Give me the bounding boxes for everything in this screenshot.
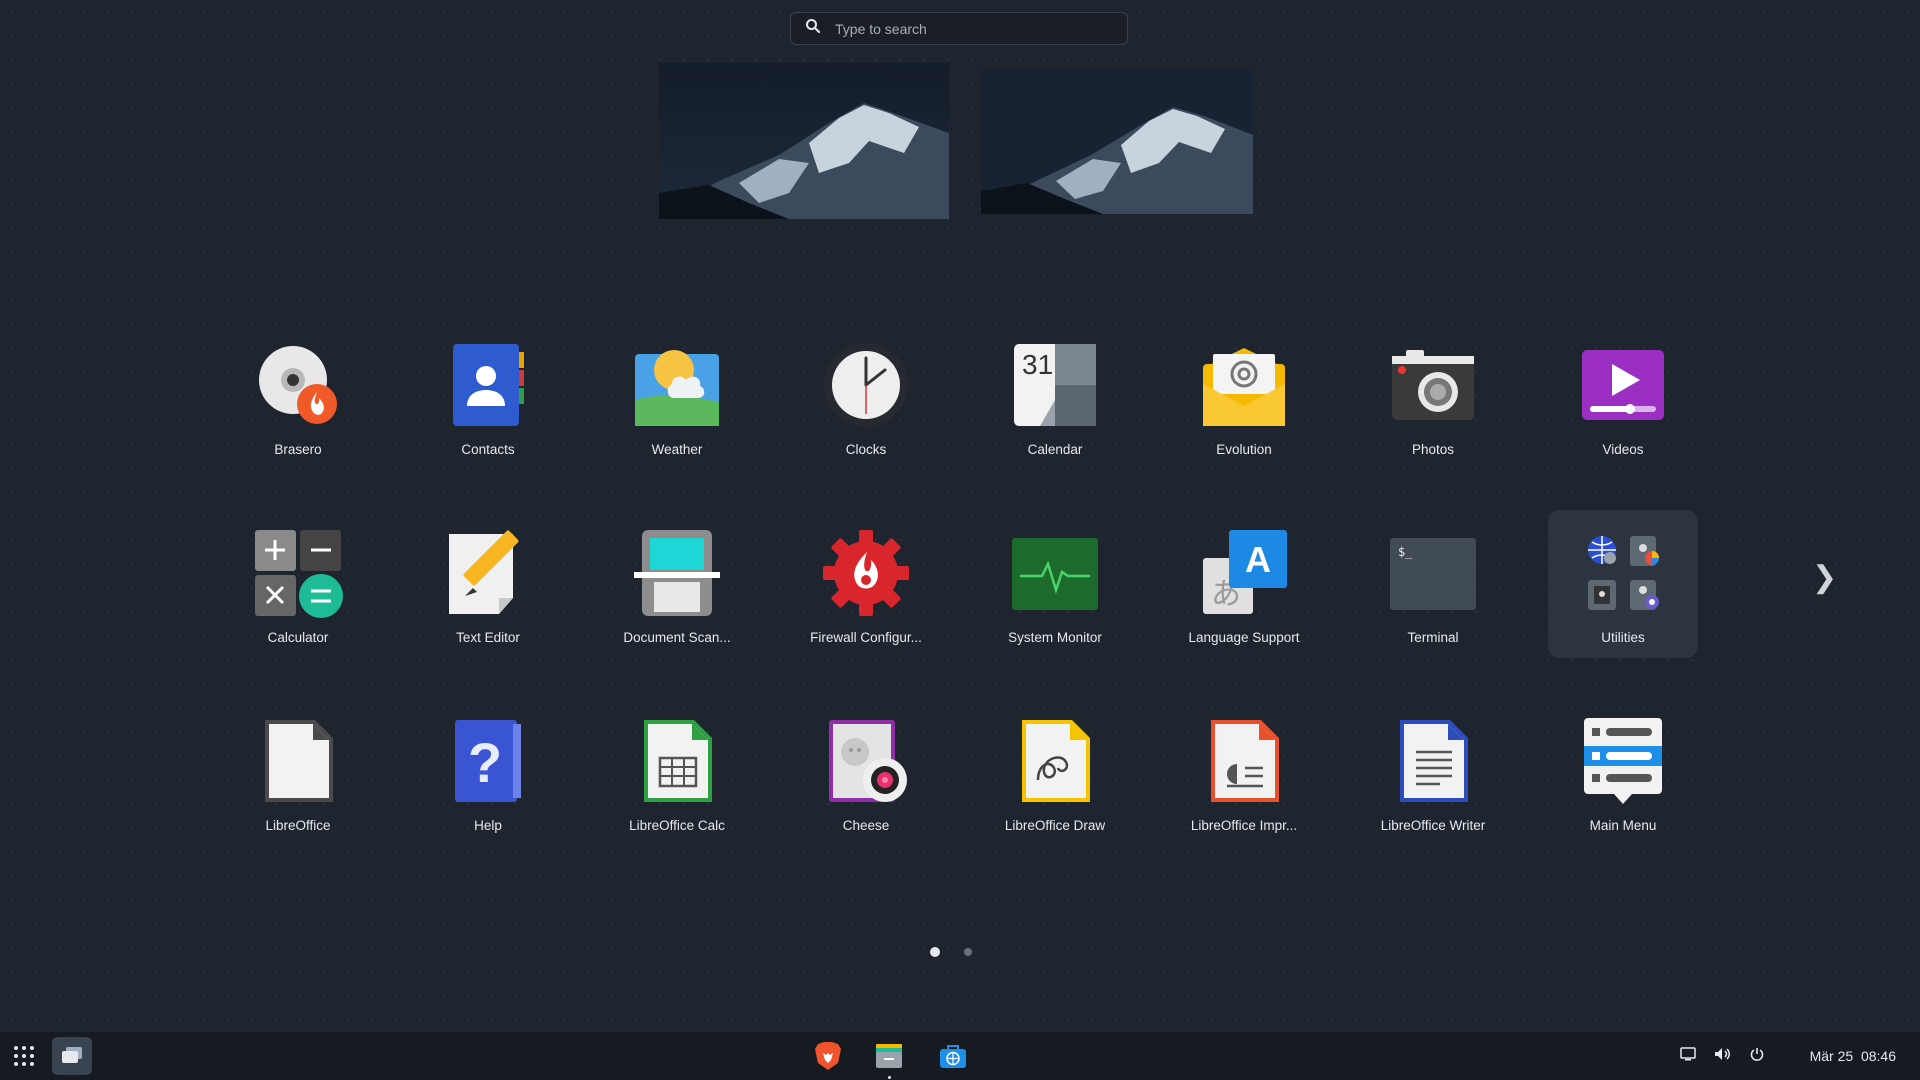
text-editor-icon	[443, 528, 533, 618]
app-label: Calculator	[268, 630, 329, 645]
software-store-icon[interactable]	[935, 1038, 971, 1074]
app-text-editor[interactable]: Text Editor	[413, 510, 563, 658]
page-dot-2[interactable]	[964, 948, 972, 956]
power-icon[interactable]	[1750, 1047, 1764, 1066]
app-label: Firewall Configur...	[810, 630, 922, 645]
clocks-icon	[821, 340, 911, 430]
libreoffice-draw-icon	[1010, 716, 1100, 806]
search-input[interactable]	[833, 20, 1097, 38]
app-label: Main Menu	[1590, 818, 1657, 833]
app-label: Calendar	[1028, 442, 1083, 457]
app-label: Language Support	[1188, 630, 1299, 645]
workspaces-icon[interactable]	[52, 1037, 92, 1075]
brave-lion-icon[interactable]	[810, 1038, 846, 1074]
app-libreoffice-draw[interactable]: LibreOffice Draw	[980, 698, 1130, 846]
calendar-icon: 31	[1010, 340, 1100, 430]
page-indicator	[930, 947, 972, 957]
clock[interactable]: Mär 25 08:46	[1810, 1048, 1896, 1064]
app-libreoffice-writer[interactable]: LibreOffice Writer	[1358, 698, 1508, 846]
app-clocks[interactable]: Clocks	[791, 322, 941, 470]
app-cheese[interactable]: Cheese	[791, 698, 941, 846]
app-label: Contacts	[461, 442, 514, 457]
app-photos[interactable]: Photos	[1358, 322, 1508, 470]
app-evolution[interactable]: Evolution	[1169, 322, 1319, 470]
brasero-icon	[253, 340, 343, 430]
terminal-icon: $_	[1388, 528, 1478, 618]
files-icon[interactable]	[871, 1038, 907, 1074]
contacts-icon	[443, 340, 533, 430]
app-label: Cheese	[843, 818, 890, 833]
libreoffice-calc-icon	[632, 716, 722, 806]
app-grid-icon[interactable]	[8, 1040, 40, 1072]
workspace-thumbnail-2[interactable]	[981, 69, 1253, 214]
cheese-icon	[821, 716, 911, 806]
app-folder-utilities[interactable]: Utilities	[1548, 510, 1698, 658]
main-menu-icon	[1578, 716, 1668, 806]
app-label: LibreOffice Writer	[1381, 818, 1486, 833]
app-label: Text Editor	[456, 630, 520, 645]
running-indicator	[888, 1076, 891, 1079]
app-label: LibreOffice	[265, 818, 330, 833]
app-label: Videos	[1602, 442, 1643, 457]
document-scanner-icon	[632, 528, 722, 618]
libreoffice-impress-icon	[1199, 716, 1289, 806]
app-libreoffice-impress[interactable]: LibreOffice Impr...	[1169, 698, 1319, 846]
app-libreoffice-calc[interactable]: LibreOffice Calc	[602, 698, 752, 846]
app-label: Brasero	[274, 442, 321, 457]
app-system-monitor[interactable]: System Monitor	[980, 510, 1130, 658]
taskbar: Mär 25 08:46	[0, 1032, 1920, 1080]
libreoffice-writer-icon	[1388, 716, 1478, 806]
screen-icon[interactable]	[1680, 1047, 1696, 1066]
calculator-icon	[253, 528, 343, 618]
app-terminal[interactable]: $_ Terminal	[1358, 510, 1508, 658]
weather-icon	[632, 340, 722, 430]
videos-icon	[1578, 340, 1668, 430]
app-help[interactable]: ? Help	[413, 698, 563, 846]
photos-icon	[1388, 340, 1478, 430]
svg-text:A: A	[1245, 539, 1271, 580]
app-weather[interactable]: Weather	[602, 322, 752, 470]
app-label: Document Scan...	[623, 630, 730, 645]
app-label: Help	[474, 818, 502, 833]
app-label: System Monitor	[1008, 630, 1102, 645]
terminal-prompt: $_	[1398, 545, 1413, 559]
app-label: LibreOffice Calc	[629, 818, 725, 833]
system-monitor-icon	[1010, 528, 1100, 618]
app-brasero[interactable]: Brasero	[223, 322, 373, 470]
app-label: LibreOffice Impr...	[1191, 818, 1297, 833]
app-document-scanner[interactable]: Document Scan...	[602, 510, 752, 658]
libreoffice-icon	[253, 716, 343, 806]
help-icon: ?	[443, 716, 533, 806]
app-label: Terminal	[1407, 630, 1458, 645]
page-dot-1[interactable]	[930, 947, 940, 957]
app-label: Clocks	[846, 442, 887, 457]
app-calendar[interactable]: 31 Calendar	[980, 322, 1130, 470]
svg-text:?: ?	[468, 731, 502, 794]
firewall-icon	[821, 528, 911, 618]
app-videos[interactable]: Videos	[1548, 322, 1698, 470]
next-page-chevron-icon[interactable]: ❯	[1812, 560, 1837, 595]
app-firewall[interactable]: Firewall Configur...	[791, 510, 941, 658]
app-label: Evolution	[1216, 442, 1272, 457]
utilities-folder-icon	[1578, 528, 1668, 618]
language-support-icon: あA	[1199, 528, 1289, 618]
app-libreoffice[interactable]: LibreOffice	[223, 698, 373, 846]
calendar-day: 31	[1022, 349, 1053, 380]
app-label: LibreOffice Draw	[1005, 818, 1105, 833]
app-calculator[interactable]: Calculator	[223, 510, 373, 658]
app-label: Utilities	[1601, 630, 1645, 645]
app-label: Photos	[1412, 442, 1454, 457]
search-bar[interactable]	[790, 12, 1128, 45]
app-contacts[interactable]: Contacts	[413, 322, 563, 470]
app-main-menu[interactable]: Main Menu	[1548, 698, 1698, 846]
app-label: Weather	[652, 442, 703, 457]
system-tray: Mär 25 08:46	[1680, 1032, 1896, 1080]
workspace-thumbnail-1[interactable]	[659, 63, 949, 219]
app-language-support[interactable]: あA Language Support	[1169, 510, 1319, 658]
search-icon	[805, 18, 821, 39]
evolution-icon	[1199, 340, 1289, 430]
volume-icon[interactable]	[1714, 1047, 1732, 1066]
